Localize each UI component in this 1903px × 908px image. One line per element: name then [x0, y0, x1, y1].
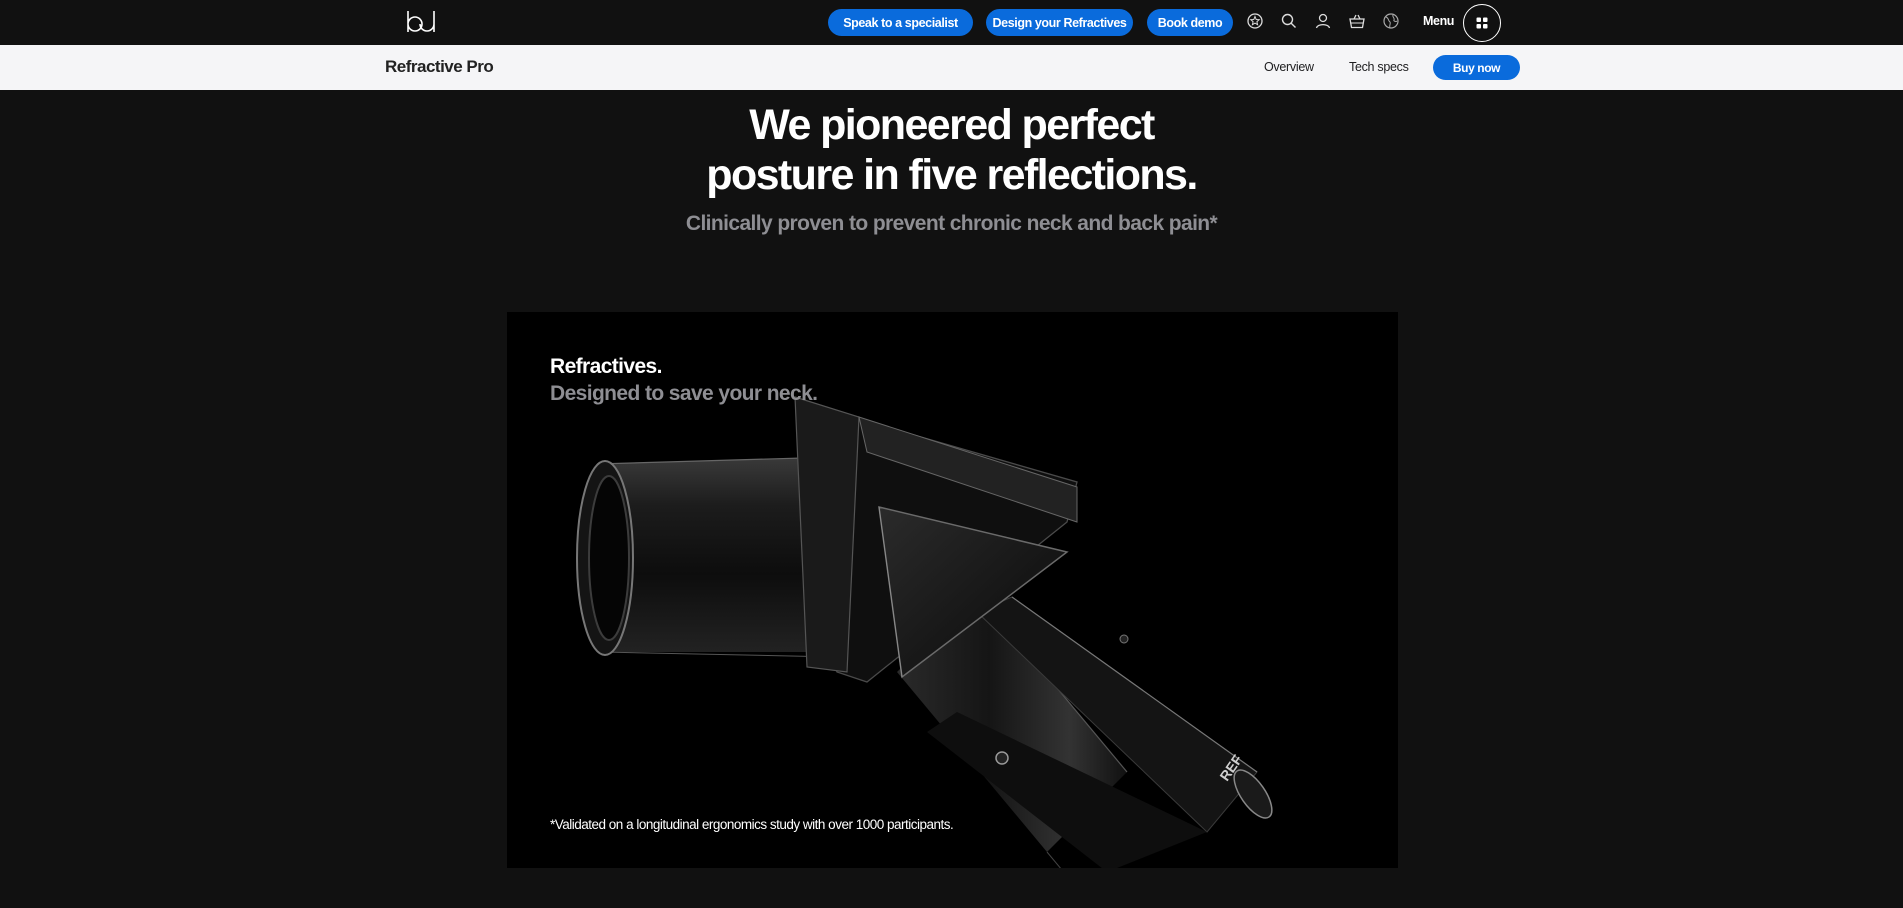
menu-label[interactable]: Menu: [1423, 14, 1454, 28]
grid-icon: [1476, 17, 1488, 29]
account-icon[interactable]: [1313, 11, 1333, 31]
speak-to-specialist-button[interactable]: Speak to a specialist: [828, 9, 973, 36]
book-demo-button[interactable]: Book demo: [1147, 9, 1233, 36]
top-navigation: Speak to a specialist Design your Refrac…: [0, 0, 1903, 45]
product-subnav: Refractive Pro Overview Tech specs Buy n…: [0, 45, 1903, 90]
product-name[interactable]: Refractive Pro: [385, 57, 494, 77]
hero-headline: We pioneered perfect posture in five ref…: [0, 100, 1903, 200]
buy-now-button[interactable]: Buy now: [1433, 55, 1520, 80]
overview-link[interactable]: Overview: [1264, 60, 1314, 74]
store-icon[interactable]: [1245, 11, 1265, 31]
hero-subhead: Clinically proven to prevent chronic nec…: [685, 212, 1218, 235]
panel-title: Refractives.: [550, 355, 662, 378]
menu-button[interactable]: [1463, 4, 1501, 42]
study-footnote: *Validated on a longitudinal ergonomics …: [550, 817, 954, 832]
headline-line-2: posture in five reflections.: [706, 151, 1198, 199]
basket-icon[interactable]: [1347, 11, 1367, 31]
globe-icon[interactable]: [1381, 11, 1401, 31]
product-panel: REF Refractives. Designed to save your n…: [507, 312, 1398, 868]
panel-subtitle: Designed to save your neck.: [550, 382, 818, 405]
search-icon[interactable]: [1279, 11, 1299, 31]
headline-line-1: We pioneered perfect: [749, 101, 1155, 149]
design-refractives-button[interactable]: Design your Refractives: [986, 9, 1133, 36]
tech-specs-link[interactable]: Tech specs: [1349, 60, 1409, 74]
bd-logo[interactable]: [405, 9, 437, 35]
